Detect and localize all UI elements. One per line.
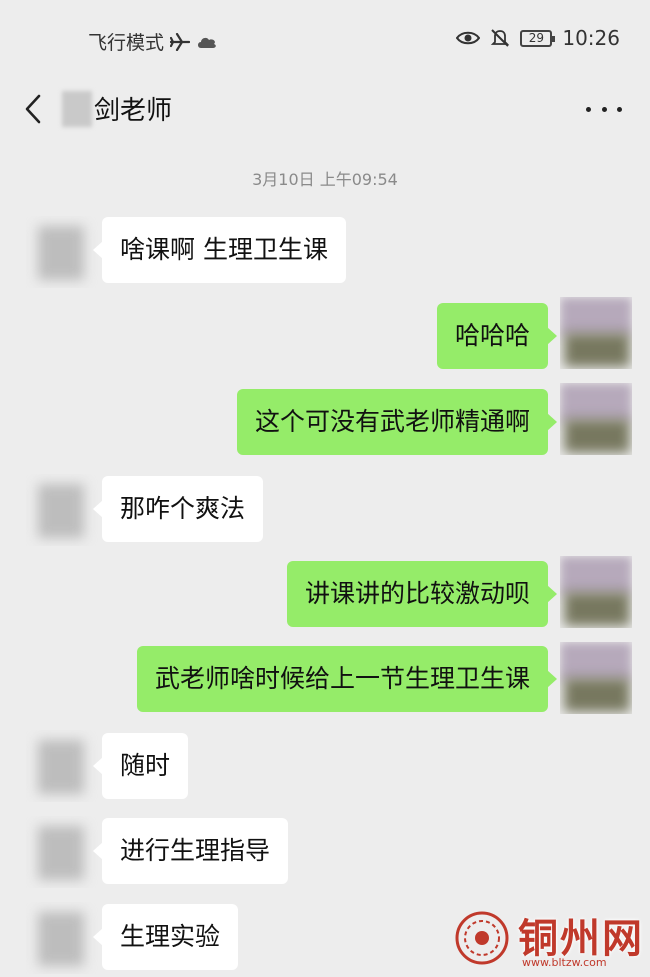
contact-avatar[interactable] bbox=[26, 902, 98, 974]
clock: 10:26 bbox=[562, 26, 620, 50]
message-bubble-incoming[interactable]: 随时 bbox=[92, 733, 189, 799]
watermark-logo-icon bbox=[455, 911, 509, 965]
more-options-button[interactable] bbox=[586, 94, 622, 124]
message-timestamp: 3月10日 上午09:54 bbox=[252, 170, 398, 189]
site-watermark: 铜州网 www.bltzw.com bbox=[452, 902, 650, 977]
user-avatar[interactable] bbox=[560, 297, 632, 369]
status-bar: 飞行模式 29 10:26 bbox=[0, 0, 650, 80]
status-left: 飞行模式 bbox=[88, 28, 218, 55]
watermark-url: www.bltzw.com bbox=[522, 956, 607, 969]
user-avatar[interactable] bbox=[560, 383, 632, 455]
blurred-name-part bbox=[62, 91, 92, 127]
more-dot-icon bbox=[586, 106, 591, 112]
battery-icon: 29 bbox=[520, 29, 556, 47]
message-bubble-incoming[interactable]: 生理实验 bbox=[92, 904, 239, 970]
message-bubble-outgoing[interactable]: 武老师啥时候给上一节生理卫生课 bbox=[136, 646, 558, 712]
message-bubble-outgoing[interactable]: 哈哈哈 bbox=[436, 303, 558, 369]
airplane-mode-label: 飞行模式 bbox=[88, 32, 165, 54]
message-bubble-outgoing[interactable]: 这个可没有武老师精通啊 bbox=[236, 389, 558, 455]
eye-icon bbox=[456, 31, 481, 45]
bell-muted-icon bbox=[491, 29, 510, 47]
back-button[interactable] bbox=[18, 88, 48, 130]
message-bubble-incoming[interactable]: 啥课啊 生理卫生课 bbox=[93, 217, 346, 283]
status-right: 29 10:26 bbox=[456, 26, 620, 50]
more-dot-icon bbox=[617, 106, 622, 112]
contact-avatar[interactable] bbox=[26, 816, 98, 888]
more-dot-icon bbox=[601, 106, 607, 112]
message-bubble-outgoing[interactable]: 讲课讲的比较激动呗 bbox=[286, 561, 558, 627]
message-bubble-incoming[interactable]: 进行生理指导 bbox=[92, 818, 289, 884]
contact-avatar[interactable] bbox=[26, 216, 98, 288]
airplane-icon bbox=[170, 32, 191, 51]
user-avatar[interactable] bbox=[560, 556, 632, 628]
battery-level: 29 bbox=[528, 31, 544, 45]
message-bubble-incoming[interactable]: 那咋个爽法 bbox=[92, 476, 264, 542]
chat-header: 剑老师 bbox=[0, 80, 650, 140]
cloud-icon bbox=[198, 37, 216, 48]
contact-avatar[interactable] bbox=[26, 474, 98, 546]
chat-title: 剑老师 bbox=[94, 96, 173, 126]
contact-avatar[interactable] bbox=[26, 730, 98, 802]
user-avatar[interactable] bbox=[560, 642, 632, 714]
chevron-left-icon bbox=[25, 94, 41, 124]
